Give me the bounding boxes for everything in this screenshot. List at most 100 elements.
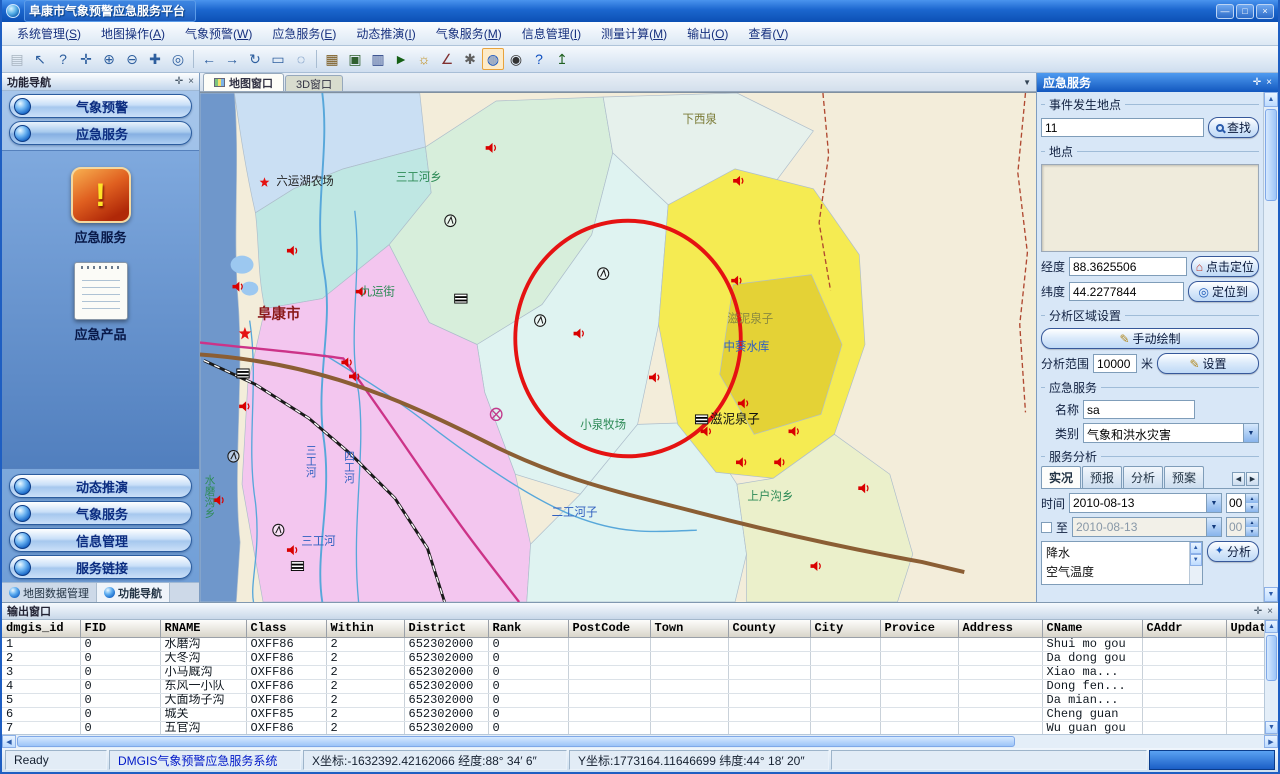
- end-date-picker[interactable]: 2010-08-13 ▼: [1072, 517, 1222, 537]
- locate-click-button[interactable]: ⌂ 点击定位: [1191, 256, 1259, 277]
- analysis-range-input[interactable]: [1093, 354, 1137, 373]
- service-name-input[interactable]: [1083, 400, 1195, 419]
- tab-scroll-left-icon[interactable]: ◀: [1232, 472, 1245, 486]
- set-range-button[interactable]: ✎ 设置: [1157, 353, 1259, 374]
- scroll-up-icon[interactable]: ▲: [1265, 620, 1278, 633]
- print-icon[interactable]: ▥: [367, 48, 389, 70]
- map-tab[interactable]: 地图窗口: [203, 73, 284, 91]
- scroll-right-icon[interactable]: ▶: [1264, 735, 1278, 748]
- image-layers-icon[interactable]: ▦: [321, 48, 343, 70]
- nav-service-links[interactable]: 服务链接: [9, 555, 192, 579]
- spin-up-icon[interactable]: ▲: [1246, 518, 1258, 527]
- export-image-icon[interactable]: ↥: [551, 48, 573, 70]
- analysis-tab[interactable]: 预案: [1164, 466, 1204, 488]
- menu-item[interactable]: 查看(V): [739, 22, 797, 45]
- manual-draw-button[interactable]: ✎ 手动绘制: [1041, 328, 1259, 349]
- menu-item[interactable]: 气象服务(M): [427, 22, 511, 45]
- analysis-tab[interactable]: 预报: [1082, 466, 1122, 488]
- column-header[interactable]: County: [728, 620, 810, 637]
- to-checkbox[interactable]: [1041, 522, 1052, 533]
- scroll-left-icon[interactable]: ◀: [2, 735, 16, 748]
- latitude-input[interactable]: [1069, 282, 1184, 301]
- analysis-item-list[interactable]: 降水空气温度 ▲ ▼: [1041, 541, 1203, 585]
- nav-weather-warning[interactable]: 气象预警: [9, 94, 192, 118]
- nav-tab[interactable]: 功能导航: [97, 583, 170, 602]
- close-icon[interactable]: ×: [188, 76, 194, 87]
- scrollbar-thumb[interactable]: [1266, 635, 1277, 681]
- scroll-down-icon[interactable]: ▼: [1265, 721, 1278, 734]
- hotlink-icon[interactable]: ✛: [75, 48, 97, 70]
- column-header[interactable]: PostCode: [568, 620, 650, 637]
- refresh-icon[interactable]: ↻: [244, 48, 266, 70]
- service-type-select[interactable]: 气象和洪水灾害 ▼: [1083, 423, 1259, 443]
- menu-item[interactable]: 动态推演(I): [347, 22, 424, 45]
- full-extent-icon[interactable]: ◎: [167, 48, 189, 70]
- start-hour-spinner[interactable]: 00 ▲▼: [1226, 493, 1259, 513]
- nav-dynamic-deduction[interactable]: 动态推演: [9, 474, 192, 498]
- restore-button[interactable]: □: [1236, 4, 1254, 19]
- identify-cursor-icon[interactable]: ?: [52, 48, 74, 70]
- column-header[interactable]: RNAME: [160, 620, 246, 637]
- forward-icon[interactable]: →: [221, 48, 243, 70]
- locate-to-button[interactable]: ◎ 定位到: [1188, 281, 1260, 302]
- longitude-input[interactable]: [1069, 257, 1187, 276]
- pin-icon[interactable]: ✛: [1254, 606, 1262, 617]
- spin-down-icon[interactable]: ▼: [1246, 503, 1258, 512]
- measure-icon[interactable]: ∠: [436, 48, 458, 70]
- scroll-up-icon[interactable]: ▲: [1264, 92, 1278, 107]
- scrollbar-thumb[interactable]: [17, 736, 1015, 747]
- paste-icon[interactable]: ▤: [6, 48, 28, 70]
- scroll-down-icon[interactable]: ▼: [1190, 554, 1202, 566]
- table-row[interactable]: 50大面场子沟OXFF8626523020000Da mian...: [2, 693, 1264, 707]
- menu-item[interactable]: 测量计算(M): [592, 22, 676, 45]
- close-icon[interactable]: ×: [1266, 77, 1272, 88]
- end-hour-spinner[interactable]: 00 ▲▼: [1226, 517, 1259, 537]
- nav-weather-service[interactable]: 气象服务: [9, 501, 192, 525]
- column-header[interactable]: Town: [650, 620, 728, 637]
- column-header[interactable]: District: [404, 620, 488, 637]
- scroll-up-icon[interactable]: ▲: [1190, 542, 1202, 554]
- column-header[interactable]: Update: [1226, 620, 1264, 637]
- menu-item[interactable]: 信息管理(I): [513, 22, 590, 45]
- pin-icon[interactable]: ✛: [1253, 77, 1261, 88]
- analysis-tab[interactable]: 分析: [1123, 466, 1163, 488]
- magnifier-page-icon[interactable]: ◌: [290, 48, 312, 70]
- column-header[interactable]: Class: [246, 620, 326, 637]
- menu-item[interactable]: 应急服务(E): [263, 22, 345, 45]
- nav-tab[interactable]: 地图数据管理: [2, 583, 97, 602]
- menu-item[interactable]: 输出(O): [678, 22, 737, 45]
- pin-icon[interactable]: ✛: [175, 76, 183, 87]
- minimize-button[interactable]: —: [1216, 4, 1234, 19]
- item-emergency-service[interactable]: !应急服务: [71, 167, 131, 246]
- column-header[interactable]: Within: [326, 620, 404, 637]
- start-date-picker[interactable]: 2010-08-13 ▼: [1069, 493, 1222, 513]
- close-icon[interactable]: ×: [1267, 606, 1273, 617]
- select-cursor-icon[interactable]: ↖: [29, 48, 51, 70]
- analyze-button[interactable]: ✦ 分析: [1207, 541, 1259, 562]
- column-header[interactable]: FID: [80, 620, 160, 637]
- settings-gear-icon[interactable]: ✱: [459, 48, 481, 70]
- spin-down-icon[interactable]: ▼: [1246, 527, 1258, 536]
- pointer-icon[interactable]: ►: [390, 48, 412, 70]
- zoom-out-icon[interactable]: ⊖: [121, 48, 143, 70]
- location-input[interactable]: [1041, 118, 1204, 137]
- column-header[interactable]: City: [810, 620, 880, 637]
- table-row[interactable]: 10水磨沟OXFF8626523020000Shui mo gou: [2, 637, 1264, 651]
- pan-icon[interactable]: ✚: [144, 48, 166, 70]
- zoom-selection-icon[interactable]: ▭: [267, 48, 289, 70]
- nav-info-management[interactable]: 信息管理: [9, 528, 192, 552]
- globe-search-icon[interactable]: ◍: [482, 48, 504, 70]
- zoom-in-icon[interactable]: ⊕: [98, 48, 120, 70]
- visibility-eye-icon[interactable]: ◉: [505, 48, 527, 70]
- tab-scroll-right-icon[interactable]: ▶: [1246, 472, 1259, 486]
- bulb-icon[interactable]: ☼: [413, 48, 435, 70]
- list-item[interactable]: 降水: [1044, 543, 1187, 562]
- scroll-down-icon[interactable]: ▼: [1264, 587, 1278, 602]
- column-header[interactable]: CName: [1042, 620, 1142, 637]
- back-icon[interactable]: ←: [198, 48, 220, 70]
- column-header[interactable]: Provice: [880, 620, 958, 637]
- menu-item[interactable]: 地图操作(A): [92, 22, 174, 45]
- table-row[interactable]: 30小马厩沟OXFF8626523020000Xiao ma...: [2, 665, 1264, 679]
- close-button[interactable]: ×: [1256, 4, 1274, 19]
- nav-emergency-service[interactable]: 应急服务: [9, 121, 192, 145]
